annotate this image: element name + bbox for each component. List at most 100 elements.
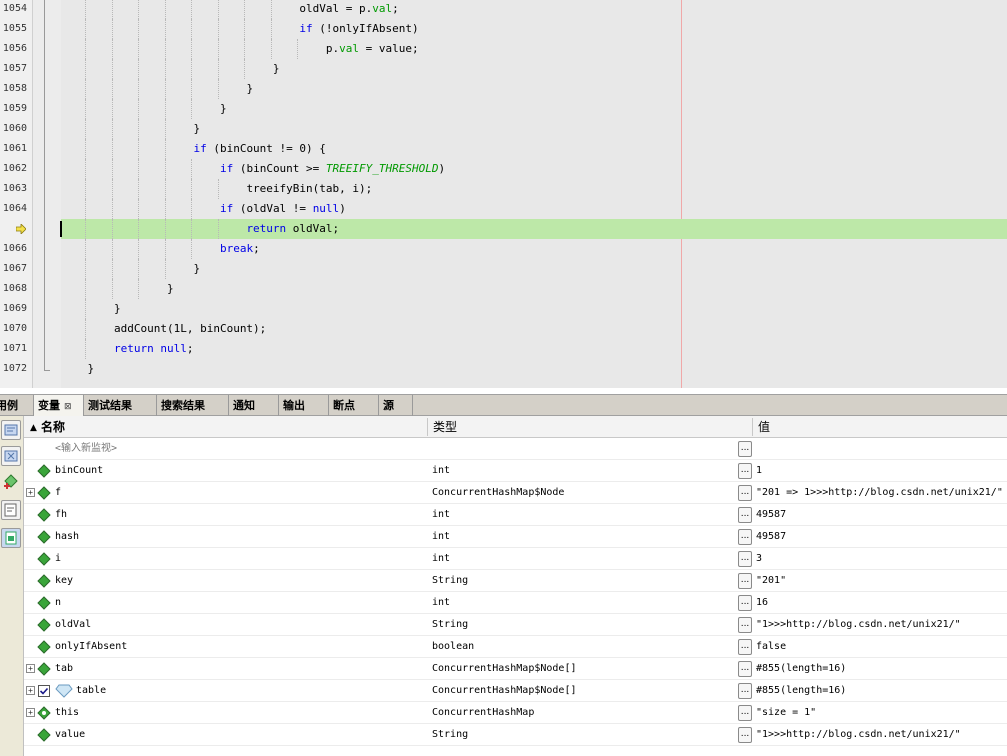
line-number[interactable]: 1063 — [0, 179, 27, 199]
line-number[interactable]: 1062 — [0, 159, 27, 179]
variable-row[interactable]: value String... "1>>>http://blog.csdn.net/… — [24, 724, 1007, 746]
tab-4[interactable]: 搜索结果 — [157, 395, 229, 416]
line-number[interactable]: 1060 — [0, 119, 27, 139]
edit-value-button[interactable]: ... — [738, 551, 752, 567]
column-separator[interactable] — [752, 418, 753, 436]
variable-row[interactable]: + tab ConcurrentHashMap$Node[]... #855(leng… — [24, 658, 1007, 680]
variable-value[interactable]: "201" — [756, 570, 1007, 592]
code-line[interactable]: addCount(1L, binCount); — [61, 319, 266, 339]
variable-value[interactable]: #855(length=16) — [756, 680, 1007, 702]
new-watch-placeholder[interactable]: <输入新监视> — [55, 438, 425, 460]
edit-value-button[interactable]: ... — [738, 595, 752, 611]
variable-row[interactable]: hash int... 49587 — [24, 526, 1007, 548]
code-line[interactable]: } — [61, 279, 174, 299]
code-line[interactable]: return oldVal; — [61, 219, 1007, 239]
tab-8[interactable]: 源 — [379, 395, 413, 416]
variable-row[interactable]: + f ConcurrentHashMap$Node... "201 => 1>>>h… — [24, 482, 1007, 504]
code-line[interactable]: } — [61, 59, 280, 79]
line-number[interactable]: 1056 — [0, 39, 27, 59]
variable-row[interactable]: fh int... 49587 — [24, 504, 1007, 526]
code-line[interactable]: if (binCount >= TREEIFY_THRESHOLD) — [61, 159, 445, 179]
tab-5[interactable]: 通知 — [229, 395, 279, 416]
line-number[interactable]: 1059 — [0, 99, 27, 119]
line-number[interactable]: 1068 — [0, 279, 27, 299]
variable-value[interactable]: #855(length=16) — [756, 658, 1007, 680]
variable-row[interactable]: + table ConcurrentHashMap$Node[]... #855(le… — [24, 680, 1007, 702]
edit-value-button[interactable]: ... — [738, 529, 752, 545]
line-number[interactable]: 1070 — [0, 319, 27, 339]
evaluate-icon[interactable] — [1, 500, 21, 520]
code-line[interactable]: } — [61, 259, 200, 279]
variable-value[interactable]: 49587 — [756, 504, 1007, 526]
edit-value-button[interactable]: ... — [738, 485, 752, 501]
variable-value[interactable]: 16 — [756, 592, 1007, 614]
column-separator[interactable] — [427, 418, 428, 436]
edit-value-button[interactable]: ... — [738, 617, 752, 633]
line-number[interactable]: 1054 — [0, 0, 27, 19]
watch-row[interactable]: <输入新监视> ... — [24, 438, 1007, 460]
variable-value[interactable]: false — [756, 636, 1007, 658]
edit-value-button[interactable]: ... — [738, 463, 752, 479]
variable-value[interactable]: "1>>>http://blog.csdn.net/unix21/" — [756, 614, 1007, 636]
variable-value[interactable]: "size = 1" — [756, 702, 1007, 724]
close-tab-icon[interactable]: ⊠ — [64, 402, 72, 412]
code-line[interactable]: p.val = value; — [61, 39, 419, 59]
tab-2[interactable]: 变量 ⊠ — [34, 395, 84, 416]
variable-value[interactable]: "1>>>http://blog.csdn.net/unix21/" — [756, 724, 1007, 746]
line-number[interactable]: 1069 — [0, 299, 27, 319]
code-line[interactable]: treeifyBin(tab, i); — [61, 179, 372, 199]
code-line[interactable]: } — [61, 299, 121, 319]
edit-value-button[interactable]: ... — [738, 639, 752, 655]
edit-value-button[interactable]: ... — [738, 507, 752, 523]
tab-6[interactable]: 输出 — [279, 395, 329, 416]
code-line[interactable]: } — [61, 359, 95, 379]
checkbox-checked-icon[interactable] — [38, 685, 50, 697]
column-type[interactable]: 类型 — [433, 416, 457, 438]
variable-row[interactable]: + this ConcurrentHashMap... "size = 1" — [24, 702, 1007, 724]
tab-3[interactable]: 测试结果 — [84, 395, 157, 416]
line-number[interactable]: 1071 — [0, 339, 27, 359]
code-line[interactable]: return null; — [61, 339, 194, 359]
line-number[interactable]: 1057 — [0, 59, 27, 79]
column-name[interactable]: 名称 — [41, 416, 65, 438]
edit-value-button[interactable]: ... — [738, 705, 752, 721]
new-watch-icon[interactable] — [1, 472, 21, 492]
code-line[interactable]: if (oldVal != null) — [61, 199, 346, 219]
line-number[interactable]: 1067 — [0, 259, 27, 279]
variable-value[interactable]: 1 — [756, 460, 1007, 482]
variable-row[interactable]: n int... 16 — [24, 592, 1007, 614]
settings-icon[interactable] — [1, 528, 21, 548]
variable-row[interactable]: binCount int... 1 — [24, 460, 1007, 482]
variable-value[interactable]: 3 — [756, 548, 1007, 570]
edit-value-button[interactable]: ... — [738, 573, 752, 589]
expand-icon[interactable]: + — [26, 488, 35, 497]
line-number[interactable]: 1072 — [0, 359, 27, 379]
watch-icon[interactable] — [1, 420, 21, 440]
column-value[interactable]: 值 — [758, 416, 770, 438]
line-number[interactable]: 1061 — [0, 139, 27, 159]
expand-icon[interactable]: + — [26, 708, 35, 717]
code-editor[interactable]: 1054 oldVal = p.val; 1055 if (!onlyIfAbse… — [0, 0, 1007, 388]
edit-value-button[interactable]: ... — [738, 727, 752, 743]
edit-value-button[interactable]: ... — [738, 683, 752, 699]
variable-value[interactable]: 49587 — [756, 526, 1007, 548]
variable-value[interactable]: "201 => 1>>>http://blog.csdn.net/unix21/… — [756, 482, 1007, 504]
line-number[interactable]: 1066 — [0, 239, 27, 259]
variable-row[interactable]: key String... "201" — [24, 570, 1007, 592]
line-number[interactable]: 1064 — [0, 199, 27, 219]
code-line[interactable]: if (binCount != 0) { — [61, 139, 325, 159]
code-line[interactable]: } — [61, 79, 253, 99]
edit-value-button[interactable]: ... — [738, 661, 752, 677]
tab-1[interactable]: 用例 — [0, 395, 34, 416]
watch-icon[interactable] — [1, 446, 21, 466]
code-line[interactable]: } — [61, 119, 200, 139]
variable-row[interactable]: i int... 3 — [24, 548, 1007, 570]
variable-row[interactable]: oldVal String... "1>>>http://blog.csdn.net… — [24, 614, 1007, 636]
line-number[interactable]: 1058 — [0, 79, 27, 99]
expand-icon[interactable]: + — [26, 664, 35, 673]
edit-button[interactable]: ... — [738, 441, 752, 457]
line-number[interactable]: 1055 — [0, 19, 27, 39]
tab-7[interactable]: 断点 — [329, 395, 379, 416]
variable-row[interactable]: onlyIfAbsent boolean... false — [24, 636, 1007, 658]
code-line[interactable]: if (!onlyIfAbsent) — [61, 19, 418, 39]
